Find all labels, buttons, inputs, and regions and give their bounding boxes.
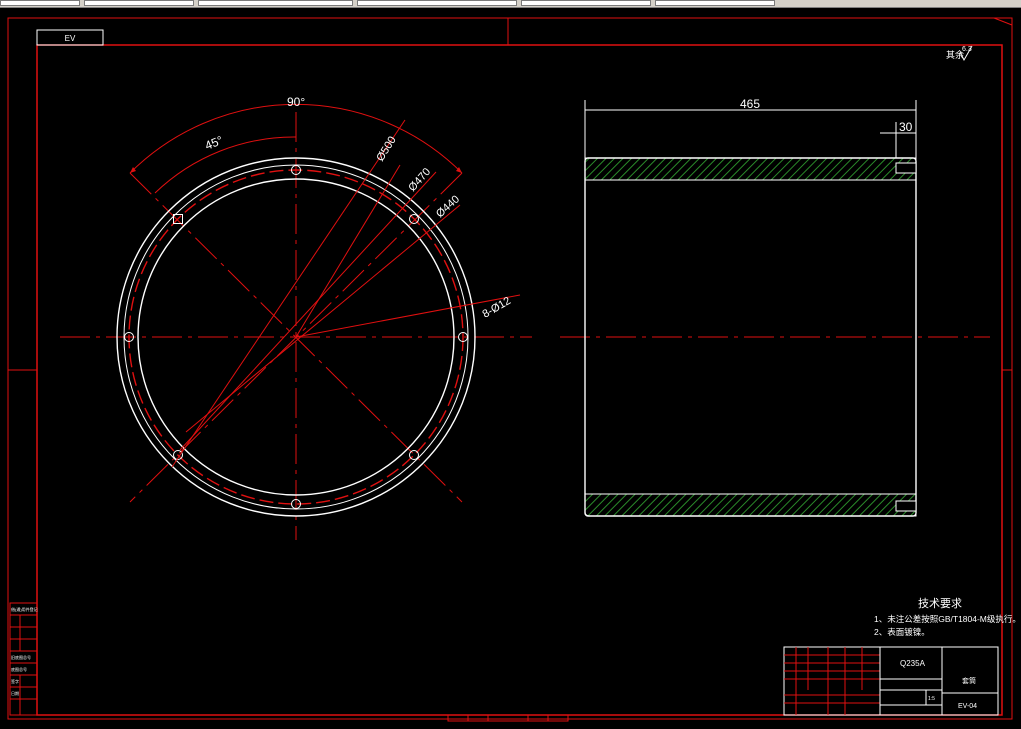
title-block-part-name: 套筒 <box>962 676 976 685</box>
tech-req-item-1: 1、未注公差按照GB/T1804-M级执行。 <box>874 614 1021 624</box>
sheet-border <box>7 17 1013 722</box>
toolbar-field-4[interactable] <box>357 0 517 6</box>
cad-drawing-canvas[interactable]: EV 其余 6.3 90° 45° Ø500 Ø470 Ø440 8-Ø12 4… <box>0 8 1021 729</box>
side-view: 465 30 <box>560 97 990 517</box>
toolbar-field-1[interactable] <box>0 0 80 6</box>
groove-top <box>895 162 917 174</box>
dim-diameter-500: Ø500 <box>374 134 398 163</box>
drawing-code-box: EV <box>36 29 104 46</box>
left-record-table: 借(通)用件登记 旧底图总号 底图总号 签字 日期 <box>9 602 38 716</box>
toolbar-field-5[interactable] <box>521 0 651 6</box>
side-label-1: 借(通)用件登记 <box>11 606 38 612</box>
dim-angle-45: 45° <box>203 133 225 153</box>
drawing-code-label: EV <box>65 34 76 43</box>
dim-groove: 30 <box>899 120 913 134</box>
bottom-wall-section <box>584 493 917 517</box>
technical-requirements: 技术要求 1、未注公差按照GB/T1804-M级执行。 2、表面镀镍。 <box>874 597 1021 637</box>
toolbar-field-2[interactable] <box>84 0 194 6</box>
angle-arc-45 <box>154 136 297 194</box>
toolbar-field-6[interactable] <box>655 0 775 6</box>
side-label-5: 日期 <box>11 690 19 696</box>
top-wall-section <box>584 157 917 181</box>
title-block: Q235A 套筒 EV-04 1:5 <box>783 646 999 716</box>
groove-bottom <box>895 500 917 512</box>
toolbar-field-3[interactable] <box>198 0 353 6</box>
title-block-drawing-number: EV-04 <box>958 703 977 710</box>
dim-angle-90: 90° <box>287 95 305 109</box>
front-view: 90° 45° Ø500 Ø470 Ø440 8-Ø12 <box>60 95 532 540</box>
side-label-4: 签字 <box>11 678 19 684</box>
title-block-scale: 1:5 <box>928 696 935 702</box>
dim-holes: 8-Ø12 <box>481 295 513 321</box>
roughness-note: 其余 6.3 <box>946 45 973 62</box>
cad-toolbar-strip <box>0 0 1021 8</box>
hole-icon <box>409 450 419 460</box>
title-block-material: Q235A <box>900 659 926 668</box>
dim-length: 465 <box>740 97 760 111</box>
side-label-2: 旧底图总号 <box>11 654 31 660</box>
tech-req-item-2: 2、表面镀镍。 <box>874 627 930 637</box>
side-label-3: 底图总号 <box>11 666 27 672</box>
tech-req-title: 技术要求 <box>918 597 962 610</box>
